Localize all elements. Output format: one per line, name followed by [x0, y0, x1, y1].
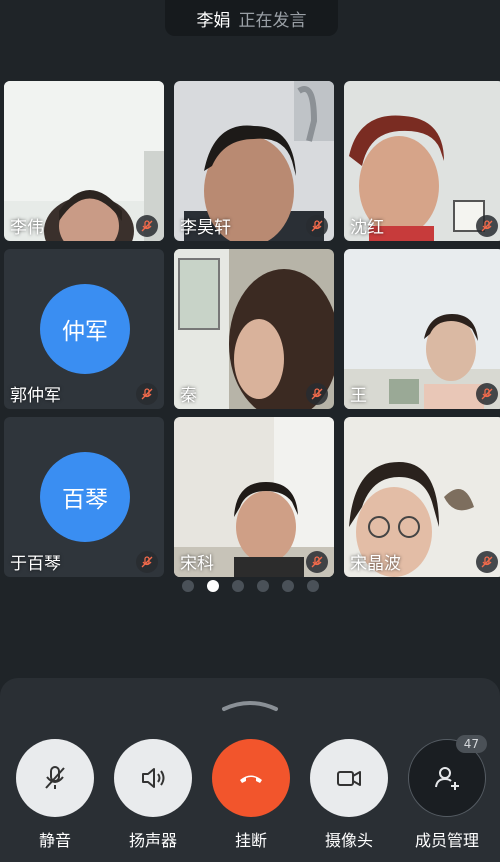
mic-off-icon	[45, 766, 65, 789]
mic-muted-icon	[476, 215, 498, 237]
page-dot[interactable]	[181, 580, 194, 592]
hangup-button[interactable]	[212, 739, 290, 817]
speaker-button[interactable]	[114, 739, 192, 817]
control-panel: 静音 扬声器 挂断 摄像头 47 成员管理	[0, 678, 500, 862]
participant-name: 于百琴	[10, 554, 61, 574]
camera-label: 摄像头	[324, 831, 373, 850]
mic-muted-icon	[476, 383, 498, 405]
hangup-control[interactable]: 挂断	[211, 739, 291, 851]
speaker-name: 李娟	[196, 10, 231, 31]
member-count-badge: 47	[455, 735, 487, 753]
page-dot[interactable]	[256, 580, 269, 592]
chevron-up-icon[interactable]	[220, 698, 280, 712]
participant-name: 郭仲军	[10, 386, 61, 406]
speaker-icon	[142, 768, 165, 788]
mic-muted-icon	[136, 551, 158, 573]
mic-muted-icon	[306, 551, 328, 573]
phone-hangup-icon	[240, 775, 262, 783]
participant-tile[interactable]: 沈红	[344, 81, 500, 241]
participant-tile[interactable]: 宋科	[174, 417, 334, 577]
mute-control[interactable]: 静音	[15, 739, 95, 851]
mute-label: 静音	[38, 831, 71, 850]
mic-muted-icon	[136, 383, 158, 405]
participant-name: 王	[350, 386, 367, 406]
participant-name: 宋科	[180, 554, 214, 574]
participant-tile[interactable]: 李昊轩	[174, 81, 334, 241]
participant-tile[interactable]: 宋晶波	[344, 417, 500, 577]
speaker-label: 扬声器	[128, 831, 177, 850]
page-dot[interactable]	[206, 580, 219, 592]
page-indicator[interactable]	[0, 580, 500, 592]
members-label: 成员管理	[414, 831, 479, 850]
mic-muted-icon	[136, 215, 158, 237]
avatar: 仲军	[40, 284, 130, 374]
speaker-control[interactable]: 扬声器	[113, 739, 193, 851]
participant-tile[interactable]: 百琴 于百琴	[4, 417, 164, 577]
page-dot[interactable]	[306, 580, 319, 592]
participant-tile[interactable]: 李伟	[4, 81, 164, 241]
members-control[interactable]: 47 成员管理	[407, 735, 487, 851]
participant-tile[interactable]: 王	[344, 249, 500, 409]
camera-button[interactable]	[310, 739, 388, 817]
mute-button[interactable]	[16, 739, 94, 817]
participant-name: 李昊轩	[180, 218, 231, 238]
mic-muted-icon	[306, 383, 328, 405]
participant-name: 沈红	[350, 218, 384, 238]
participant-name: 宋晶波	[350, 554, 401, 574]
active-speaker-bar: 李娟 正在发言	[165, 0, 338, 36]
participant-tile[interactable]: 仲军 郭仲军	[4, 249, 164, 409]
avatar: 百琴	[40, 452, 130, 542]
camera-control[interactable]: 摄像头	[309, 739, 389, 851]
hangup-label: 挂断	[234, 831, 267, 850]
add-member-icon	[435, 767, 459, 790]
mic-muted-icon	[476, 551, 498, 573]
participant-video	[344, 249, 500, 409]
speaker-status: 正在发言	[238, 10, 307, 31]
camera-icon	[337, 771, 361, 786]
participant-name: 李伟	[10, 218, 44, 238]
page-dot[interactable]	[231, 580, 244, 592]
participant-name: 秦	[180, 386, 197, 406]
mic-muted-icon	[306, 215, 328, 237]
page-dot[interactable]	[281, 580, 294, 592]
participant-tile[interactable]: 秦	[174, 249, 334, 409]
